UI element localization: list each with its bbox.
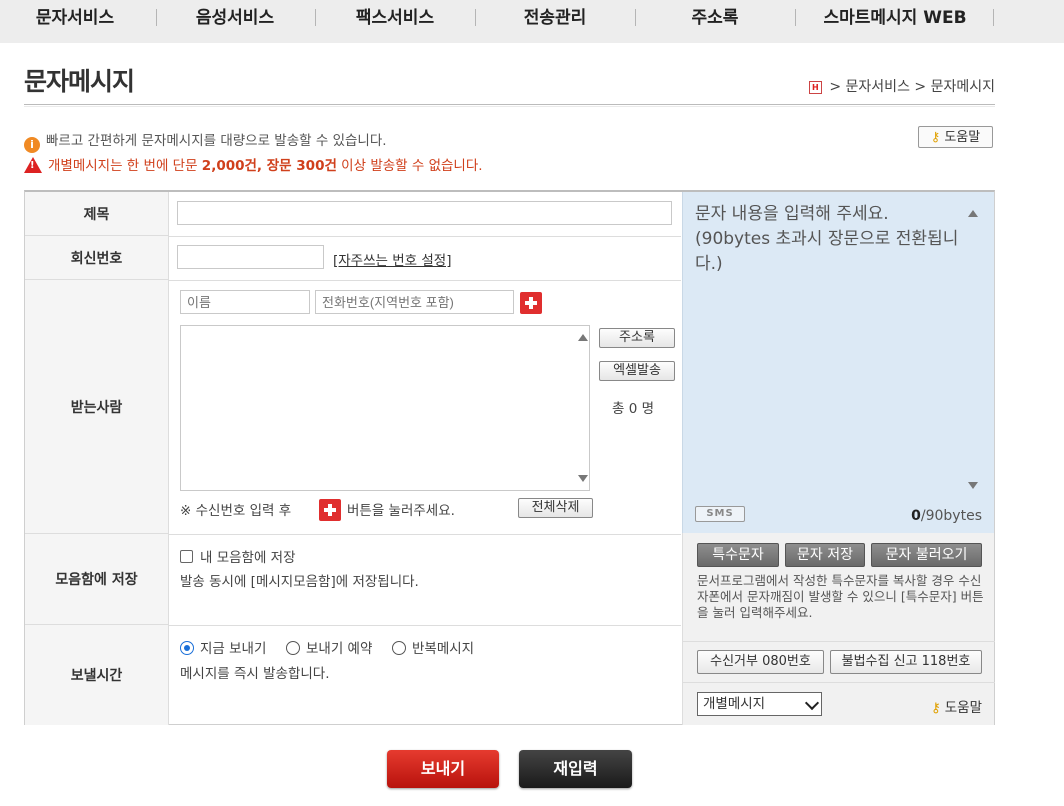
- byte-limit: /90bytes: [920, 508, 982, 524]
- message-mode-select[interactable]: 개별메시지: [697, 692, 822, 716]
- breadcrumb-item: 문자메시지: [930, 79, 995, 95]
- breadcrumb-item[interactable]: 문자서비스: [846, 79, 910, 95]
- save-to-box-note: 발송 동시에 [메시지모음함]에 저장됩니다.: [180, 574, 419, 590]
- info-icon: i: [24, 137, 40, 153]
- top-navigation: 문자서비스 음성서비스 팩스서비스 전송관리 주소록 스마트메시지 WEB: [0, 0, 1064, 43]
- warning-line: ! 개별메시지는 한 번에 단문 2,000건, 장문 300건 이상 발송할 수…: [24, 154, 483, 174]
- send-time-note: 메시지를 즉시 발송합니다.: [180, 666, 330, 682]
- load-message-button[interactable]: 문자 불러오기: [871, 543, 982, 567]
- key-icon: ⚷: [930, 700, 941, 716]
- row-divider: [169, 236, 681, 237]
- nav-transmission-management[interactable]: 전송관리: [500, 0, 610, 36]
- nav-voice-service[interactable]: 음성서비스: [180, 0, 290, 36]
- schedule-send-radio[interactable]: [286, 641, 300, 655]
- scroll-down-icon[interactable]: [968, 482, 978, 489]
- reply-number-input[interactable]: [177, 245, 324, 269]
- schedule-send-label[interactable]: 보내기 예약: [306, 637, 372, 657]
- warning-text-suffix: 이상 발송할 수 없습니다.: [336, 158, 483, 174]
- save-to-box-checkbox[interactable]: [180, 550, 193, 563]
- scroll-up-icon[interactable]: [968, 210, 978, 217]
- nav-divider: [315, 9, 316, 26]
- recipient-hint-suffix: 버튼을 눌러주세요.: [347, 503, 455, 519]
- special-char-button[interactable]: 특수문자: [697, 543, 779, 567]
- reject-080-button[interactable]: 수신거부 080번호: [697, 650, 824, 674]
- home-icon[interactable]: H: [808, 80, 822, 94]
- help-button-label: 도움말: [944, 130, 981, 145]
- warning-text-limit: 2,000건, 장문 300건: [201, 158, 337, 174]
- message-help-label: 도움말: [944, 700, 982, 716]
- excel-send-button[interactable]: 엑셀발송: [599, 361, 675, 381]
- nav-divider: [635, 9, 636, 26]
- send-now-radio[interactable]: [180, 641, 194, 655]
- delete-all-button[interactable]: 전체삭제: [518, 498, 593, 518]
- repeat-message-label[interactable]: 반복메시지: [412, 637, 474, 657]
- chevron-down-icon: [804, 695, 820, 711]
- recipient-total-count: 총 0 명: [612, 401, 655, 417]
- breadcrumb-separator: >: [829, 79, 842, 95]
- title-divider: [24, 104, 995, 107]
- save-message-button[interactable]: 문자 저장: [785, 543, 865, 567]
- page-title: 문자메시지: [24, 67, 135, 96]
- nav-smart-message-web[interactable]: 스마트메시지 WEB: [810, 0, 980, 36]
- send-time-label: 보낼시간: [25, 625, 169, 725]
- message-tools: 특수문자 문자 저장 문자 불러오기 문서프로그램에서 작성한 특수문자를 복사…: [682, 533, 995, 725]
- save-to-box-label: 모음함에 저장: [25, 534, 169, 625]
- row-divider: [169, 534, 681, 535]
- warning-icon: !: [24, 157, 42, 173]
- nav-divider: [795, 9, 796, 26]
- key-icon: ⚷: [930, 130, 941, 145]
- send-now-label[interactable]: 지금 보내기: [200, 637, 266, 657]
- sms-form: 제목 회신번호 [자주쓰는 번호 설정] 받는사람 주소록 엑셀발송 총 0 명…: [24, 190, 995, 725]
- save-to-box-checkbox-label[interactable]: 내 모음함에 저장: [200, 546, 296, 566]
- message-panel: 문자 내용을 입력해 주세요. (90bytes 초과시 장문으로 전환됩니다.…: [682, 192, 994, 533]
- subject-input[interactable]: [177, 201, 672, 225]
- scroll-up-icon[interactable]: [578, 334, 588, 341]
- warning-text-prefix: 개별메시지는 한 번에 단문: [48, 158, 202, 174]
- reset-button[interactable]: 재입력: [519, 750, 632, 788]
- send-button[interactable]: 보내기: [387, 750, 499, 788]
- breadcrumb: H > 문자서비스 > 문자메시지: [808, 76, 995, 96]
- info-text: 빠르고 간편하게 문자메시지를 대량으로 발송할 수 있습니다.: [46, 133, 387, 149]
- add-recipient-button[interactable]: [520, 292, 542, 314]
- nav-sms-service[interactable]: 문자서비스: [20, 0, 130, 36]
- recipient-phone-input[interactable]: [315, 290, 514, 314]
- special-char-note: 문서프로그램에서 작성한 특수문자를 복사할 경우 수신자폰에서 문자깨짐이 발…: [697, 573, 984, 620]
- nav-fax-service[interactable]: 팩스서비스: [340, 0, 450, 36]
- recipient-name-input[interactable]: [180, 290, 310, 314]
- help-button[interactable]: ⚷ 도움말: [918, 126, 993, 148]
- frequent-number-settings-link[interactable]: [자주쓰는 번호 설정]: [333, 249, 451, 269]
- row-divider: [169, 625, 681, 626]
- nav-divider: [156, 9, 157, 26]
- nav-divider: [475, 9, 476, 26]
- recipient-hint-prefix: ※ 수신번호 입력 후: [180, 503, 292, 519]
- subject-label: 제목: [25, 192, 169, 236]
- row-divider: [169, 280, 681, 281]
- breadcrumb-separator: >: [914, 79, 927, 95]
- recipient-list[interactable]: [180, 325, 590, 491]
- report-118-button[interactable]: 불법수집 신고 118번호: [830, 650, 982, 674]
- message-help-link[interactable]: ⚷ 도움말: [931, 696, 982, 716]
- message-type-badge: SMS: [695, 506, 745, 522]
- byte-counter: 0/90bytes: [911, 508, 982, 524]
- divider: [683, 641, 995, 642]
- byte-count: 0: [911, 508, 921, 524]
- scroll-down-icon[interactable]: [578, 475, 588, 482]
- divider: [683, 682, 995, 683]
- message-textarea[interactable]: 문자 내용을 입력해 주세요. (90bytes 초과시 장문으로 전환됩니다.…: [695, 202, 965, 277]
- address-book-button[interactable]: 주소록: [599, 328, 675, 348]
- info-line: i 빠르고 간편하게 문자메시지를 대량으로 발송할 수 있습니다.: [24, 129, 387, 153]
- recipient-label: 받는사람: [25, 280, 169, 534]
- message-mode-value: 개별메시지: [703, 696, 766, 712]
- repeat-message-radio[interactable]: [392, 641, 406, 655]
- reply-number-label: 회신번호: [25, 236, 169, 280]
- nav-address-book[interactable]: 주소록: [660, 0, 770, 36]
- nav-divider: [993, 9, 994, 26]
- plus-icon: [319, 499, 341, 521]
